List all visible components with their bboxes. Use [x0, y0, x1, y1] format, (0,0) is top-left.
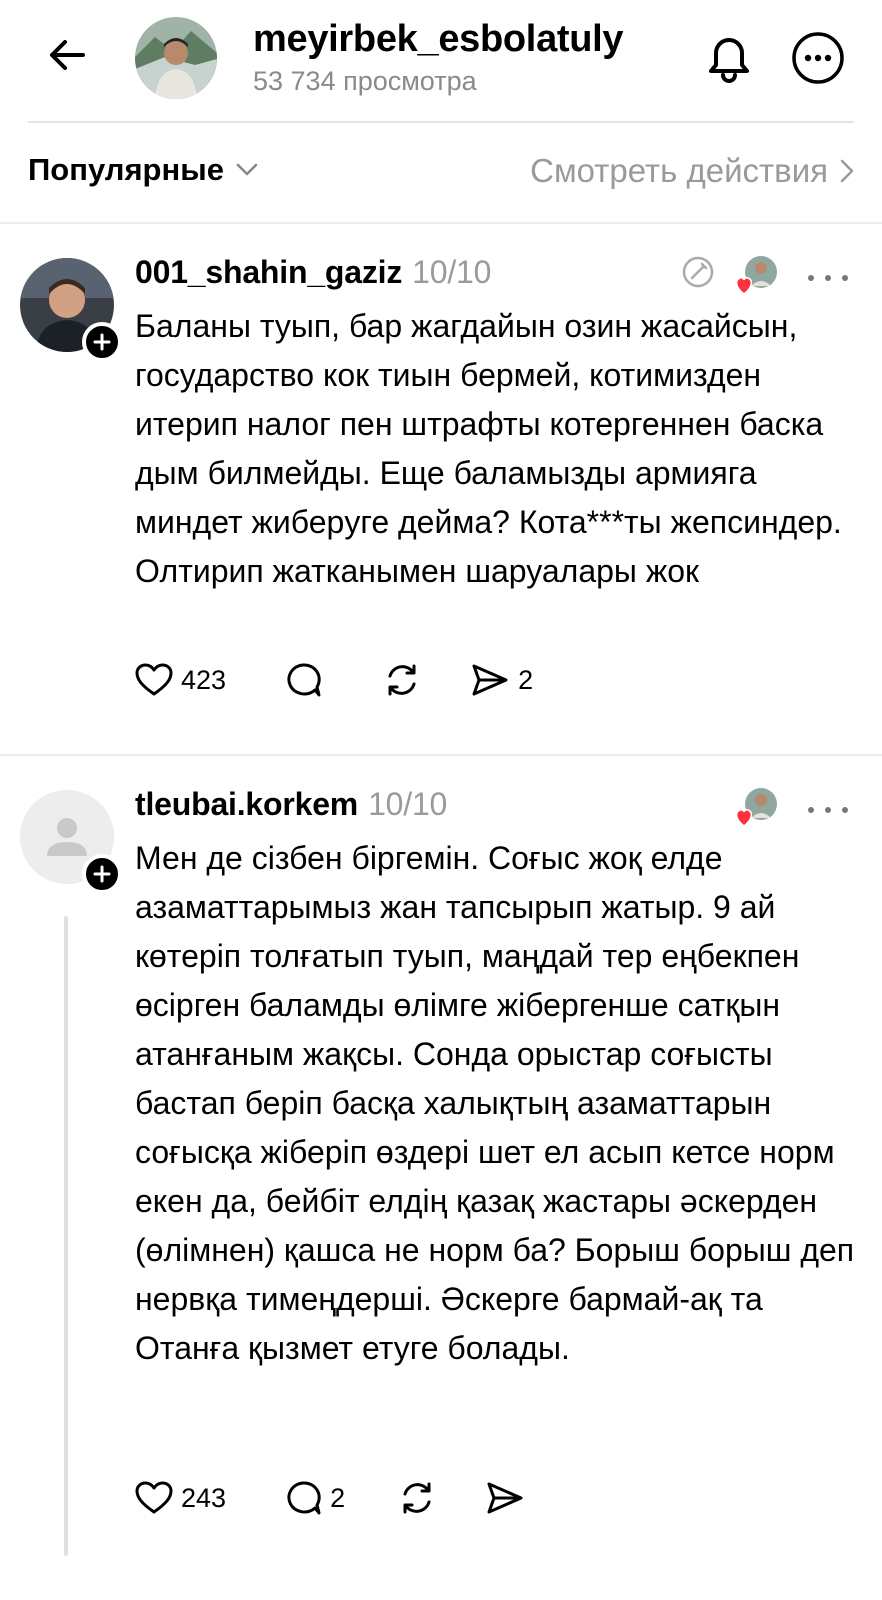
- comment-icon: [287, 663, 321, 697]
- repost-icon: [388, 664, 416, 696]
- share-icon: [487, 1482, 523, 1514]
- sort-bar: Популярные Смотреть действия: [0, 124, 882, 222]
- reply-count: 2: [330, 1482, 346, 1513]
- comment-username[interactable]: 001_shahin_gaziz: [135, 254, 402, 290]
- action-bar: 243 2: [135, 1480, 571, 1516]
- repost-button[interactable]: [382, 662, 422, 698]
- creator-liked-badge: [733, 786, 779, 832]
- more-options-button[interactable]: [790, 30, 846, 86]
- comment-text: Мен де сізбен біргемін. Соғыс жоқ елде а…: [135, 840, 855, 1366]
- follow-plus-button[interactable]: [82, 322, 122, 362]
- edited-icon: [682, 256, 714, 288]
- comment-date: 10/10: [412, 254, 492, 290]
- view-activity-label: Смотреть действия: [530, 152, 828, 189]
- like-count: 423: [181, 664, 227, 695]
- comment-item: tleubai.korkem 10/10 Мен де сізбен біргем…: [0, 756, 882, 1600]
- comment-item: 001_shahin_gaziz 10/10 Баланы туып, бар ж…: [0, 224, 882, 754]
- share-count: 2: [518, 664, 534, 695]
- share-icon: [472, 664, 508, 696]
- heart-icon: [735, 277, 753, 295]
- comment-date: 10/10: [368, 786, 448, 822]
- plus-icon: [93, 865, 111, 883]
- notifications-button[interactable]: [700, 28, 758, 86]
- heart-icon: [135, 663, 173, 696]
- chevron-down-icon: [236, 163, 258, 176]
- bell-icon: [709, 38, 749, 83]
- like-button[interactable]: 423: [135, 663, 226, 697]
- comment-more-button[interactable]: [808, 268, 848, 288]
- thread-line: [64, 916, 68, 1556]
- sort-label: Популярные: [28, 152, 224, 187]
- share-button[interactable]: [485, 1480, 533, 1516]
- profile-username[interactable]: meyirbek_esbolatuly: [253, 18, 624, 61]
- repost-button[interactable]: [397, 1480, 437, 1516]
- repost-icon: [403, 1482, 431, 1514]
- comment-header: 001_shahin_gaziz 10/10: [135, 254, 491, 291]
- action-bar: 423 2: [135, 662, 571, 698]
- reply-button[interactable]: [284, 662, 330, 698]
- follow-plus-button[interactable]: [82, 854, 122, 894]
- top-bar: meyirbek_esbolatuly 53 734 просмотра: [0, 0, 882, 123]
- comment-header: tleubai.korkem 10/10: [135, 786, 447, 823]
- heart-icon: [135, 1481, 173, 1514]
- comment-icon: [287, 1481, 321, 1515]
- creator-liked-badge: [733, 254, 779, 300]
- more-circle-icon: [792, 32, 844, 84]
- back-button[interactable]: [42, 30, 92, 80]
- chevron-right-icon: [840, 159, 854, 183]
- like-button[interactable]: 243: [135, 1481, 226, 1515]
- profile-avatar[interactable]: [135, 17, 217, 99]
- heart-icon: [735, 809, 753, 827]
- header-divider: [28, 121, 854, 123]
- reply-button[interactable]: 2: [284, 1480, 345, 1516]
- like-count: 243: [181, 1482, 227, 1513]
- comment-more-button[interactable]: [808, 800, 848, 820]
- back-arrow-icon: [50, 40, 85, 70]
- comment-username[interactable]: tleubai.korkem: [135, 786, 358, 822]
- views-count: 53 734 просмотра: [253, 66, 477, 96]
- plus-icon: [93, 333, 111, 351]
- share-button[interactable]: 2: [470, 662, 533, 698]
- sort-dropdown[interactable]: Популярные: [28, 152, 258, 188]
- view-activity-link[interactable]: Смотреть действия: [530, 152, 854, 190]
- comment-text: Баланы туып, бар жагдайын озин жасайсын,…: [135, 308, 842, 589]
